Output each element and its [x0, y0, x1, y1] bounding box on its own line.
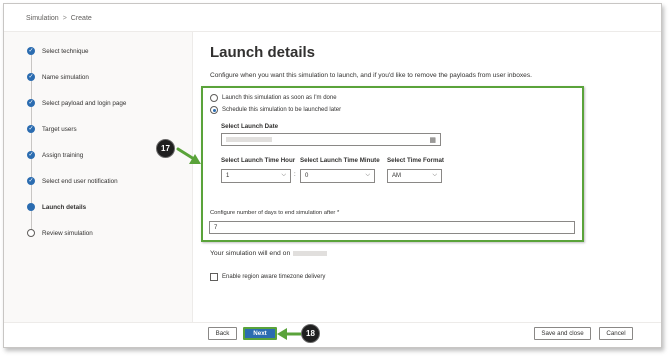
step-badge-18: 18	[301, 324, 320, 343]
minute-select[interactable]: 0 ⌵	[300, 169, 375, 183]
arrow-18-icon	[277, 328, 303, 340]
step-select-payload[interactable]: ✓ Select payload and login page	[27, 98, 126, 108]
radio-circle-selected	[210, 106, 218, 114]
footer-divider	[4, 322, 661, 323]
chevron-down-icon: ⌵	[432, 172, 437, 178]
hour-label: Select Launch Time Hour	[221, 157, 296, 164]
step-select-technique[interactable]: ✓ Select technique	[27, 46, 89, 56]
sidebar-divider	[192, 32, 193, 322]
time-format-select[interactable]: AM ⌵	[387, 169, 442, 183]
redacted-end-date	[293, 251, 328, 256]
step-label: Launch details	[42, 203, 87, 211]
radio-launch-now[interactable]: Launch this simulation as soon as I'm do…	[210, 94, 337, 102]
end-on-label: Your simulation will end on	[210, 250, 291, 257]
redacted-date	[226, 137, 272, 142]
minute-value: 0	[305, 173, 309, 179]
back-button[interactable]: Back	[208, 327, 237, 340]
page-subtitle: Configure when you want this simulation …	[210, 72, 532, 79]
radio-label: Launch this simulation as soon as I'm do…	[222, 95, 337, 101]
step-label: Select payload and login page	[42, 99, 127, 107]
step-launch-details[interactable]: Launch details	[27, 202, 86, 212]
step-review-simulation[interactable]: Review simulation	[27, 228, 93, 238]
cancel-button[interactable]: Cancel	[599, 327, 633, 340]
calendar-icon[interactable]: ▦	[429, 136, 436, 144]
current-step-icon	[27, 203, 35, 211]
step-label: Review simulation	[42, 229, 93, 237]
format-value: AM	[392, 173, 401, 179]
save-and-close-button[interactable]: Save and close	[534, 327, 591, 340]
step-label: Assign training	[42, 151, 84, 159]
step-label: Select end user notification	[42, 177, 118, 185]
radio-label: Schedule this simulation to be launched …	[222, 107, 342, 113]
end-date-text: Your simulation will end on	[210, 250, 328, 257]
step-end-user-notification[interactable]: ✓ Select end user notification	[27, 176, 118, 186]
arrow-17-icon	[176, 147, 201, 164]
hour-select[interactable]: 1 ⌵	[221, 169, 291, 183]
breadcrumb: Simulation > Create	[26, 15, 92, 22]
checkbox-box	[210, 273, 218, 281]
page-title: Launch details	[210, 44, 316, 61]
next-button[interactable]: Next	[243, 327, 277, 340]
step-assign-training[interactable]: ✓ Assign training	[27, 150, 83, 160]
days-label: Configure number of days to end simulati…	[210, 210, 340, 216]
format-label: Select Time Format	[387, 157, 444, 164]
checkmark-icon: ✓	[27, 151, 35, 159]
checkmark-icon: ✓	[27, 47, 35, 55]
breadcrumb-root[interactable]: Simulation	[26, 15, 59, 22]
hour-value: 1	[226, 173, 230, 179]
checkmark-icon: ✓	[27, 73, 35, 81]
time-colon: :	[294, 172, 296, 178]
step-label: Target users	[42, 125, 77, 133]
timezone-checkbox[interactable]: Enable region aware timezone delivery	[210, 273, 325, 281]
launch-date-label: Select Launch Date	[221, 123, 279, 130]
days-input[interactable]: 7	[209, 221, 575, 234]
chevron-down-icon: ⌵	[365, 172, 370, 178]
step-target-users[interactable]: ✓ Target users	[27, 124, 77, 134]
checkmark-icon: ✓	[27, 125, 35, 133]
breadcrumb-separator: >	[62, 15, 67, 22]
pending-step-icon	[27, 229, 35, 237]
step-name-simulation[interactable]: ✓ Name simulation	[27, 72, 89, 82]
checkbox-label: Enable region aware timezone delivery	[222, 274, 326, 280]
step-label: Select technique	[42, 47, 89, 55]
chevron-down-icon: ⌵	[281, 172, 286, 178]
breadcrumb-current: Create	[70, 15, 92, 22]
checkmark-icon: ✓	[27, 177, 35, 185]
radio-schedule-later[interactable]: Schedule this simulation to be launched …	[210, 106, 341, 114]
radio-circle	[210, 94, 218, 102]
step-label: Name simulation	[42, 73, 89, 81]
step-badge-17: 17	[156, 139, 175, 158]
launch-date-input[interactable]: ▦	[221, 133, 441, 146]
minute-label: Select Launch Time Minute	[300, 157, 380, 164]
checkmark-icon: ✓	[27, 99, 35, 107]
